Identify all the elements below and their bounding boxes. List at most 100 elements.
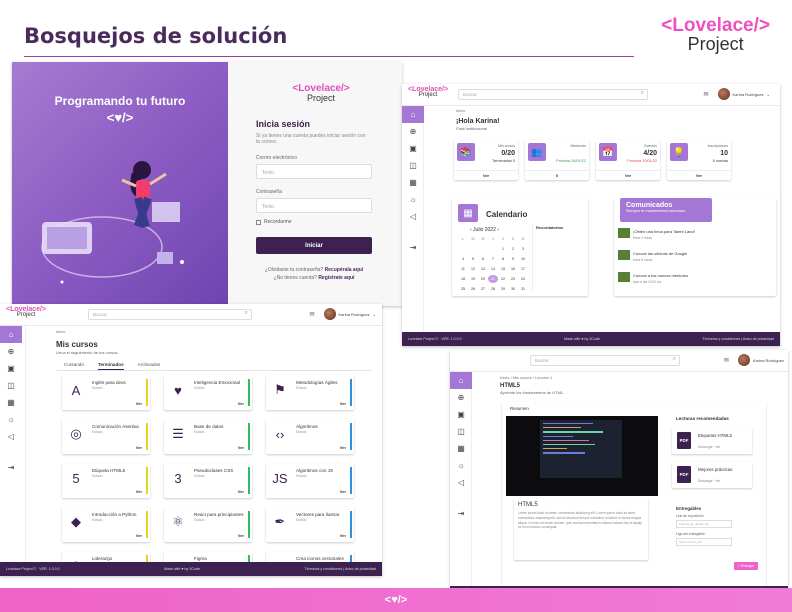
sidebar-nav-icon[interactable]: ⌂ (450, 372, 472, 389)
sidebar-nav-icon[interactable]: ▦ (450, 440, 472, 457)
sidebar-nav-icon[interactable]: ◫ (0, 377, 22, 394)
sidebar-nav-icon[interactable]: ▦ (0, 394, 22, 411)
course-view-button[interactable]: Ver (340, 489, 346, 494)
course-card[interactable]: 5 Etiqueta HTML5 Estado Ver (62, 463, 150, 498)
news-item[interactable]: Conoce a los nuevos mentores Ayer a las 1… (618, 272, 768, 290)
sidebar-nav-icon[interactable]: ◫ (402, 157, 424, 174)
course-view-button[interactable]: Ver (136, 489, 142, 494)
stat-card-action[interactable]: Ver (596, 170, 660, 178)
stat-card-action[interactable]: Ver (454, 170, 518, 178)
footer-legal-link[interactable]: Términos y condiciones | Aviso de privac… (702, 337, 774, 341)
calendar-day[interactable]: 11 (458, 265, 468, 273)
course-view-button[interactable]: Ver (238, 533, 244, 538)
sidebar-nav-icon[interactable]: ⇥ (450, 505, 472, 522)
course-card[interactable]: ⚛ React para principiantes Estado Ver (164, 507, 252, 542)
course-card[interactable]: ✒ Vectores para ilustrar Estado Ver (266, 507, 354, 542)
tab-archivados[interactable]: Archivados (138, 359, 161, 370)
calendar-day[interactable]: 24 (518, 275, 528, 283)
course-card[interactable]: A Inglés para devs Estado Ver (62, 375, 150, 410)
user-menu[interactable]: ✉ Karina Rodríguez (724, 354, 784, 366)
calendar-month[interactable]: ‹ Julio 2022 › (470, 227, 499, 233)
user-menu[interactable]: ✉ Karina Rodríguez ⌄ (703, 88, 770, 100)
sidebar-nav-icon[interactable]: ▣ (0, 360, 22, 377)
chevron-down-icon[interactable]: ⌄ (767, 92, 770, 97)
stat-card[interactable]: 📅 Eventos 4/20 Próxima 20/01/22 Ver (596, 140, 660, 180)
checkbox-box[interactable] (256, 219, 261, 225)
calendar-day[interactable]: 13 (478, 265, 488, 273)
search-icon[interactable]: ⌕ (641, 90, 644, 97)
avatar[interactable] (323, 308, 336, 320)
sidebar-nav-icon[interactable]: ◁ (450, 474, 472, 491)
sidebar-nav-icon[interactable]: ▣ (402, 140, 424, 157)
reading-card[interactable]: PDF Etiquetas HTML5 Descargar · Ver (672, 428, 752, 454)
sidebar-nav-icon[interactable]: ◫ (450, 423, 472, 440)
course-view-button[interactable]: Ver (340, 533, 346, 538)
search-input[interactable]: Buscar ⌕ (530, 355, 680, 366)
mail-icon[interactable]: ✉ (309, 311, 314, 318)
sidebar-nav-icon[interactable]: ⊕ (0, 343, 22, 360)
calendar-day[interactable]: 21 (488, 275, 498, 283)
course-view-button[interactable]: Ver (136, 533, 142, 538)
avatar[interactable] (717, 88, 730, 100)
search-icon[interactable]: ⌕ (673, 356, 676, 363)
sidebar-nav-icon[interactable]: ◁ (0, 428, 22, 445)
calendar-day[interactable]: 18 (458, 275, 468, 283)
user-menu[interactable]: ✉ Karina Rodríguez ⌄ (309, 308, 376, 320)
search-input[interactable]: Buscar ⌕ (458, 89, 648, 100)
course-view-button[interactable]: Ver (136, 401, 142, 406)
mail-icon[interactable]: ✉ (703, 91, 708, 98)
avatar[interactable] (737, 354, 750, 366)
calendar-day[interactable]: 26 (468, 285, 478, 293)
calendar-day[interactable]: 20 (478, 275, 488, 283)
video-player[interactable] (506, 416, 658, 496)
course-card[interactable]: ◎ Comunicación Asertiva Estado Ver (62, 419, 150, 454)
calendar-day[interactable]: 17 (518, 265, 528, 273)
calendar-day[interactable]: 25 (458, 285, 468, 293)
calendar-day[interactable]: 28 (488, 285, 498, 293)
reading-card[interactable]: PDF Mejores prácticas Descargar · Ver (672, 462, 752, 488)
search-icon[interactable]: ⌕ (245, 310, 248, 317)
calendar-day[interactable]: 31 (518, 285, 528, 293)
course-view-button[interactable]: Ver (238, 489, 244, 494)
email-field[interactable]: Texto (256, 164, 372, 179)
calendar-day[interactable]: 19 (468, 275, 478, 283)
sidebar-nav-icon[interactable]: ⇥ (0, 459, 22, 476)
calendar-day[interactable]: 7 (488, 255, 498, 263)
stat-card-action[interactable]: Ver (667, 170, 731, 178)
calendar-day[interactable]: 2 (508, 245, 518, 253)
course-card[interactable]: ◆ Introducción a Python Estado Ver (62, 507, 150, 542)
tab-summary[interactable]: Resumen (510, 406, 529, 411)
sidebar-nav-icon[interactable]: ⊕ (450, 389, 472, 406)
mail-icon[interactable]: ✉ (724, 357, 729, 364)
calendar-day[interactable]: 3 (518, 245, 528, 253)
breadcrumb[interactable]: Inicio / Mis cursos / Lección 1 (500, 375, 552, 380)
calendar-day[interactable]: 16 (508, 265, 518, 273)
course-card[interactable]: ⚑ Metodologías Ágiles Estado Ver (266, 375, 354, 410)
sidebar-nav-icon[interactable]: ⊕ (402, 123, 424, 140)
course-view-button[interactable]: Ver (238, 445, 244, 450)
course-view-button[interactable]: Ver (340, 445, 346, 450)
tab-cursando[interactable]: Cursando (64, 359, 84, 370)
footer-legal-link[interactable]: Términos y condiciones | Aviso de privac… (304, 567, 376, 571)
calendar-day[interactable]: 5 (468, 255, 478, 263)
stat-card[interactable]: 👥 Mentorías Próxima 26/01/22 0 (525, 140, 589, 180)
calendar-day[interactable]: 10 (518, 255, 528, 263)
calendar-day[interactable]: 4 (458, 255, 468, 263)
sidebar-nav-icon[interactable]: ▣ (450, 406, 472, 423)
calendar-day[interactable]: 30 (508, 285, 518, 293)
calendar-day[interactable]: 29 (498, 285, 508, 293)
course-card[interactable]: JS Algoritmos con JS Estado Ver (266, 463, 354, 498)
news-item[interactable]: ¡Obtén una beca para Talent Land! Hace 2 … (618, 228, 768, 246)
calendar-day[interactable]: 22 (498, 275, 508, 283)
password-field[interactable]: Texto (256, 198, 372, 213)
submit-button[interactable]: + Entregar (734, 562, 758, 570)
stat-card[interactable]: 📚 Mis cursos 0/20 Terminados 0 Ver (454, 140, 518, 180)
calendar-day[interactable]: 9 (508, 255, 518, 263)
chevron-down-icon[interactable]: ⌄ (373, 312, 376, 317)
reading-actions[interactable]: Descargar · Ver (698, 445, 720, 449)
course-view-button[interactable]: Ver (238, 401, 244, 406)
course-view-button[interactable]: Ver (340, 401, 346, 406)
calendar-day[interactable]: 27 (478, 285, 488, 293)
course-card[interactable]: ☰ Base de datos Estado Ver (164, 419, 252, 454)
search-input[interactable]: Buscar ⌕ (88, 309, 252, 320)
